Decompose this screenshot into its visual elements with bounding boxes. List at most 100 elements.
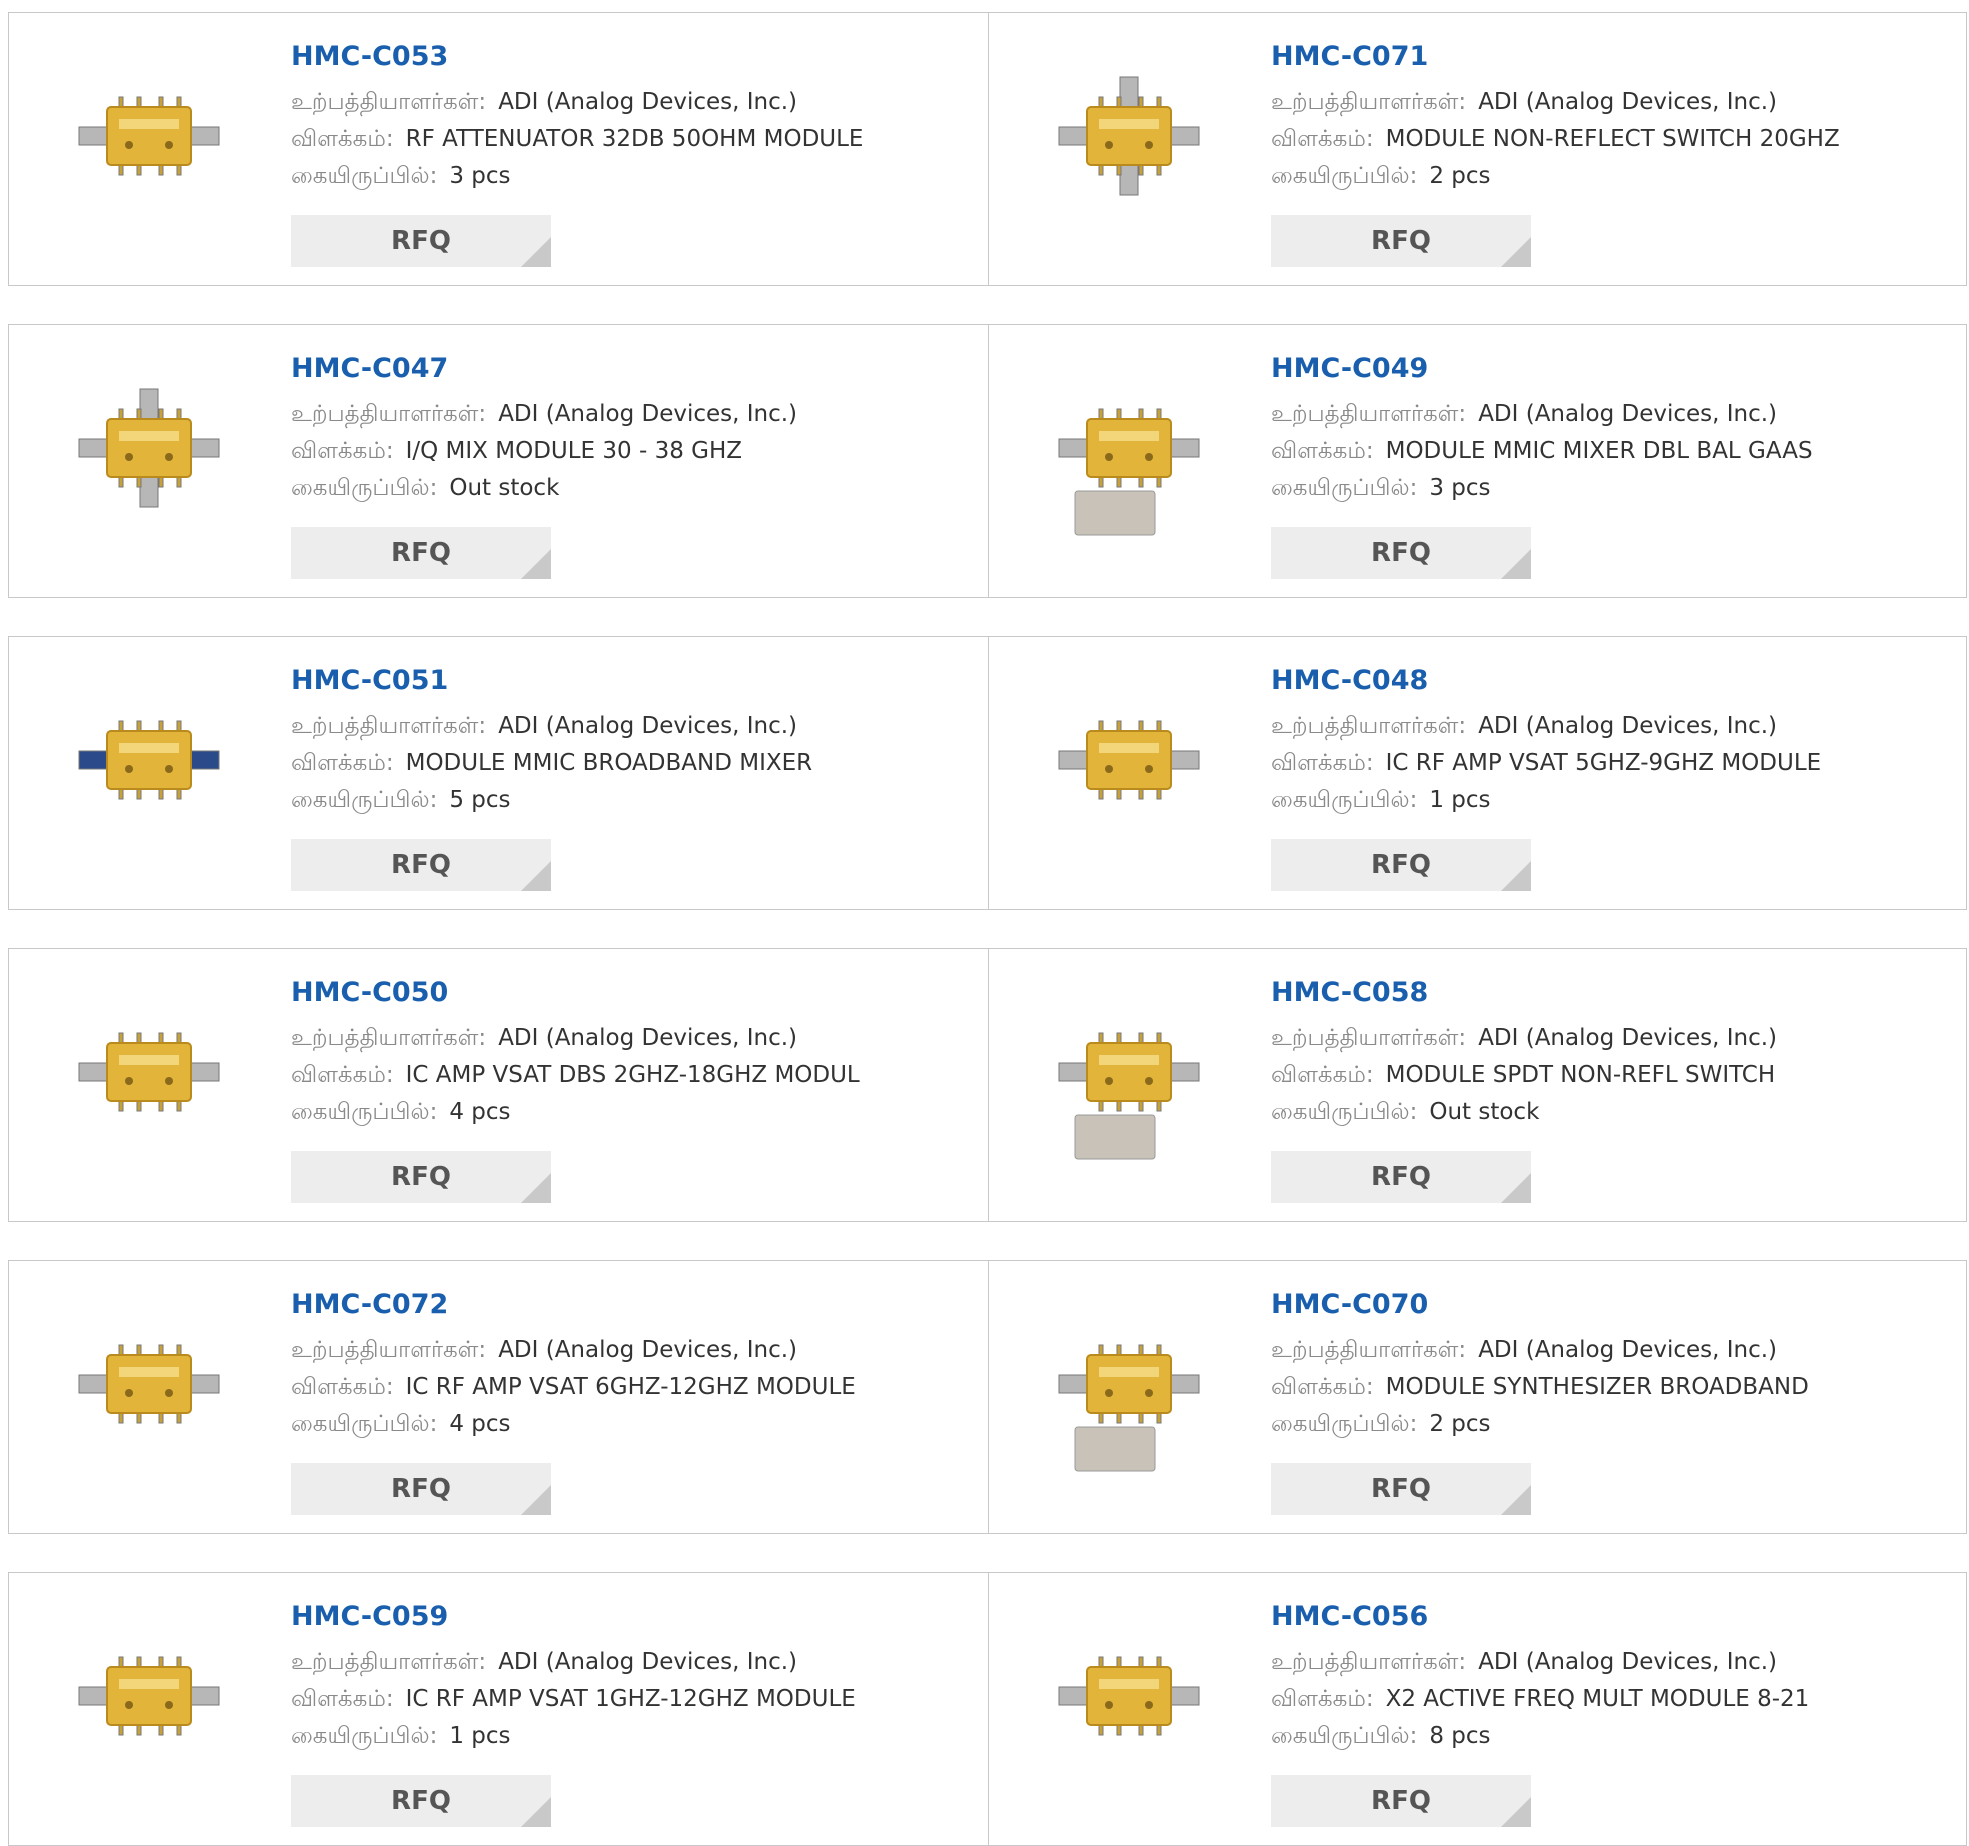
part-number-link[interactable]: HMC-C053 xyxy=(291,41,863,72)
module-small-icon xyxy=(78,1032,220,1112)
product-image[interactable] xyxy=(1029,1291,1229,1491)
manufacturer-label: உற்பத்தியாளர்கள்: xyxy=(291,1337,487,1363)
stock-line: கையிருப்பில்: 3 pcs xyxy=(291,158,863,195)
corner-fold-icon xyxy=(521,549,551,579)
manufacturer-line: உற்பத்தியாளர்கள்: ADI (Analog Devices, In… xyxy=(1271,84,1840,121)
product-image[interactable] xyxy=(1029,1603,1229,1803)
rfq-button-label: RFQ xyxy=(1371,1474,1431,1504)
product-row: HMC-C051 உற்பத்தியாளர்கள்: ADI (Analog De… xyxy=(8,636,1967,910)
product-info: HMC-C050 உற்பத்தியாளர்கள்: ADI (Analog De… xyxy=(291,977,860,1131)
product-info: HMC-C056 உற்பத்தியாளர்கள்: ADI (Analog De… xyxy=(1271,1601,1809,1755)
rfq-button[interactable]: RFQ xyxy=(291,1151,551,1203)
part-number-link[interactable]: HMC-C047 xyxy=(291,353,797,384)
part-number-link[interactable]: HMC-C072 xyxy=(291,1289,856,1320)
corner-fold-icon xyxy=(521,237,551,267)
stock-line: கையிருப்பில்: Out stock xyxy=(1271,1094,1777,1131)
rfq-button[interactable]: RFQ xyxy=(291,215,551,267)
rfq-button-label: RFQ xyxy=(391,1162,451,1192)
stock-value: 5 pcs xyxy=(449,787,511,813)
module-4pin-icon xyxy=(1058,720,1200,800)
description-label: விளக்கம்: xyxy=(291,750,394,776)
stock-line: கையிருப்பில்: 1 pcs xyxy=(1271,782,1821,819)
product-image[interactable] xyxy=(1029,979,1229,1179)
product-image[interactable] xyxy=(1029,43,1229,243)
part-number-link[interactable]: HMC-C048 xyxy=(1271,665,1821,696)
manufacturer-value: ADI (Analog Devices, Inc.) xyxy=(498,401,798,427)
stock-value: 1 pcs xyxy=(1429,787,1491,813)
manufacturer-line: உற்பத்தியாளர்கள்: ADI (Analog Devices, In… xyxy=(291,708,812,745)
description-label: விளக்கம்: xyxy=(1271,1374,1374,1400)
rfq-button[interactable]: RFQ xyxy=(1271,1151,1531,1203)
manufacturer-value: ADI (Analog Devices, Inc.) xyxy=(1478,401,1778,427)
rfq-button[interactable]: RFQ xyxy=(291,1463,551,1515)
stock-line: கையிருப்பில்: 5 pcs xyxy=(291,782,812,819)
description-label: விளக்கம்: xyxy=(1271,1062,1374,1088)
rfq-button[interactable]: RFQ xyxy=(291,1775,551,1827)
product-image[interactable] xyxy=(1029,667,1229,867)
product-info: HMC-C070 உற்பத்தியாளர்கள்: ADI (Analog De… xyxy=(1271,1289,1809,1443)
stock-label: கையிருப்பில்: xyxy=(291,163,438,189)
product-image[interactable] xyxy=(49,667,249,867)
part-number-link[interactable]: HMC-C059 xyxy=(291,1601,856,1632)
product-row: HMC-C050 உற்பத்தியாளர்கள்: ADI (Analog De… xyxy=(8,948,1967,1222)
stock-line: கையிருப்பில்: 4 pcs xyxy=(291,1406,856,1443)
module-4pin-icon xyxy=(78,96,220,176)
part-number-link[interactable]: HMC-C058 xyxy=(1271,977,1777,1008)
product-card: HMC-C056 உற்பத்தியாளர்கள்: ADI (Analog De… xyxy=(988,1573,1967,1845)
stock-line: கையிருப்பில்: 1 pcs xyxy=(291,1718,856,1755)
rfq-button-label: RFQ xyxy=(391,1786,451,1816)
description-line: விளக்கம்: MODULE MMIC MIXER DBL BAL GAAS xyxy=(1271,433,1813,470)
product-image[interactable] xyxy=(49,355,249,555)
stock-label: கையிருப்பில்: xyxy=(291,787,438,813)
product-row: HMC-C059 உற்பத்தியாளர்கள்: ADI (Analog De… xyxy=(8,1572,1967,1846)
manufacturer-value: ADI (Analog Devices, Inc.) xyxy=(498,713,798,739)
description-line: விளக்கம்: MODULE SYNTHESIZER BROADBAND xyxy=(1271,1369,1809,1406)
rfq-button-label: RFQ xyxy=(1371,850,1431,880)
rfq-button[interactable]: RFQ xyxy=(1271,839,1531,891)
rfq-button[interactable]: RFQ xyxy=(1271,1463,1531,1515)
module-4pin-icon xyxy=(1058,1656,1200,1736)
manufacturer-value: ADI (Analog Devices, Inc.) xyxy=(498,1649,798,1675)
part-number-link[interactable]: HMC-C056 xyxy=(1271,1601,1809,1632)
stock-line: கையிருப்பில்: 8 pcs xyxy=(1271,1718,1809,1755)
corner-fold-icon xyxy=(1501,1485,1531,1515)
manufacturer-line: உற்பத்தியாளர்கள்: ADI (Analog Devices, In… xyxy=(291,396,797,433)
manufacturer-line: உற்பத்தியாளர்கள்: ADI (Analog Devices, In… xyxy=(291,1332,856,1369)
product-image[interactable] xyxy=(49,43,249,243)
description-value: MODULE NON-REFLECT SWITCH 20GHZ xyxy=(1385,126,1840,152)
rfq-button[interactable]: RFQ xyxy=(1271,1775,1531,1827)
part-number-link[interactable]: HMC-C051 xyxy=(291,665,812,696)
rfq-button-label: RFQ xyxy=(391,850,451,880)
product-info: HMC-C051 உற்பத்தியாளர்கள்: ADI (Analog De… xyxy=(291,665,812,819)
part-number-link[interactable]: HMC-C050 xyxy=(291,977,860,1008)
product-card: HMC-C070 உற்பத்தியாளர்கள்: ADI (Analog De… xyxy=(988,1261,1967,1533)
corner-fold-icon xyxy=(521,1485,551,1515)
manufacturer-label: உற்பத்தியாளர்கள்: xyxy=(1271,713,1467,739)
corner-fold-icon xyxy=(1501,1797,1531,1827)
description-value: MODULE MMIC MIXER DBL BAL GAAS xyxy=(1385,438,1813,464)
part-number-link[interactable]: HMC-C049 xyxy=(1271,353,1813,384)
stock-value: 1 pcs xyxy=(449,1723,511,1749)
description-label: விளக்கம்: xyxy=(1271,750,1374,776)
rfq-button[interactable]: RFQ xyxy=(1271,527,1531,579)
description-label: விளக்கம்: xyxy=(291,1686,394,1712)
description-label: விளக்கம்: xyxy=(291,438,394,464)
product-image[interactable] xyxy=(49,979,249,1179)
product-image[interactable] xyxy=(1029,355,1229,555)
stock-label: கையிருப்பில்: xyxy=(291,1099,438,1125)
product-image[interactable] xyxy=(49,1291,249,1491)
description-line: விளக்கம்: IC RF AMP VSAT 6GHZ-12GHZ MODUL… xyxy=(291,1369,856,1406)
product-card: HMC-C049 உற்பத்தியாளர்கள்: ADI (Analog De… xyxy=(988,325,1967,597)
part-number-link[interactable]: HMC-C070 xyxy=(1271,1289,1809,1320)
rfq-button[interactable]: RFQ xyxy=(1271,215,1531,267)
part-number-link[interactable]: HMC-C071 xyxy=(1271,41,1840,72)
stock-label: கையிருப்பில்: xyxy=(291,1723,438,1749)
corner-fold-icon xyxy=(1501,237,1531,267)
manufacturer-value: ADI (Analog Devices, Inc.) xyxy=(1478,89,1778,115)
product-image[interactable] xyxy=(49,1603,249,1803)
rfq-button[interactable]: RFQ xyxy=(291,527,551,579)
product-card: HMC-C048 உற்பத்தியாளர்கள்: ADI (Analog De… xyxy=(988,637,1967,909)
description-line: விளக்கம்: X2 ACTIVE FREQ MULT MODULE 8-21 xyxy=(1271,1681,1809,1718)
rfq-button[interactable]: RFQ xyxy=(291,839,551,891)
manufacturer-label: உற்பத்தியாளர்கள்: xyxy=(1271,1337,1467,1363)
